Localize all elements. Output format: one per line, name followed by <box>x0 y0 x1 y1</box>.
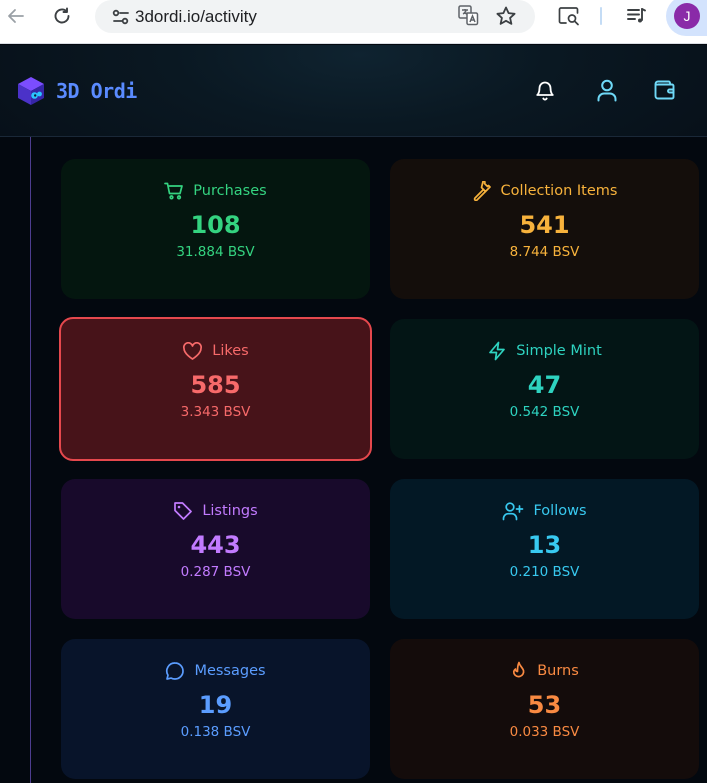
tune-icon <box>112 9 129 24</box>
card-count: 443 <box>190 531 241 559</box>
reload-button[interactable] <box>48 0 76 32</box>
notifications-button[interactable] <box>533 78 557 102</box>
app-title: 3D Ordi <box>56 79 137 103</box>
translate-button[interactable] <box>457 4 479 30</box>
media-controls-button[interactable] <box>624 2 648 30</box>
user-plus-icon <box>503 502 524 521</box>
card-count: 108 <box>190 211 241 239</box>
card-label: Simple Mint <box>516 343 602 359</box>
avatar[interactable]: J <box>674 3 700 29</box>
star-icon <box>496 6 516 25</box>
card-label: Collection Items <box>500 183 618 199</box>
flame-icon <box>513 661 525 678</box>
card-amount: 0.542 BSV <box>509 404 580 420</box>
card-count: 541 <box>519 211 570 239</box>
reload-icon <box>54 7 70 24</box>
hammer-icon <box>473 181 491 201</box>
card-count: 13 <box>527 531 562 559</box>
user-icon <box>597 79 617 102</box>
cube-logo-icon <box>18 77 44 105</box>
url-text[interactable]: 3dordi.io/activity <box>135 7 257 27</box>
back-button[interactable] <box>4 0 28 32</box>
card-label: Purchases <box>193 183 267 199</box>
bell-icon <box>536 81 554 101</box>
lightning-icon <box>489 341 506 361</box>
card-amount: 3.343 BSV <box>180 404 251 420</box>
card-label: Messages <box>194 663 266 679</box>
profile-button[interactable] <box>595 78 619 102</box>
heart-icon <box>183 341 203 360</box>
activity-card-listings[interactable]: Listings 443 0.287 BSV <box>61 479 370 619</box>
queue-music-icon <box>627 8 646 23</box>
activity-card-collection-items[interactable]: Collection Items 541 8.744 BSV <box>390 159 699 299</box>
wallet-icon <box>654 80 675 100</box>
sidebar-rail <box>30 137 31 783</box>
message-circle-icon <box>166 662 185 680</box>
card-count: 19 <box>198 691 233 719</box>
profile-chip[interactable]: J <box>666 0 707 36</box>
card-amount: 0.210 BSV <box>509 564 580 580</box>
card-label: Listings <box>202 503 258 519</box>
card-amount: 0.033 BSV <box>509 724 580 740</box>
browser-toolbar: 3dordi.io/activity J <box>0 0 707 44</box>
toolbar-divider <box>600 7 602 25</box>
app-header: 3D Ordi <box>0 45 707 137</box>
wallet-button[interactable] <box>653 78 677 102</box>
logo[interactable]: 3D Ordi <box>15 75 137 107</box>
card-amount: 0.287 BSV <box>180 564 251 580</box>
card-amount: 8.744 BSV <box>509 244 580 260</box>
page-search-icon <box>558 7 579 26</box>
cart-icon <box>164 182 184 200</box>
card-label: Follows <box>533 503 587 519</box>
card-count: 585 <box>190 371 241 399</box>
card-amount: 0.138 BSV <box>180 724 251 740</box>
activity-card-follows[interactable]: Follows 13 0.210 BSV <box>390 479 699 619</box>
card-label: Burns <box>537 663 579 679</box>
address-bar[interactable]: 3dordi.io/activity <box>95 0 535 33</box>
activity-card-likes[interactable]: Likes 585 3.343 BSV <box>59 317 372 461</box>
activity-card-simple-mint[interactable]: Simple Mint 47 0.542 BSV <box>390 319 699 459</box>
bookmark-button[interactable] <box>495 5 517 31</box>
translate-icon <box>458 5 479 26</box>
card-count: 47 <box>527 371 562 399</box>
card-label: Likes <box>212 343 249 359</box>
tag-icon <box>174 502 193 520</box>
card-count: 53 <box>527 691 562 719</box>
arrow-left-icon <box>8 9 24 23</box>
card-amount: 31.884 BSV <box>176 244 255 260</box>
activity-card-burns[interactable]: Burns 53 0.033 BSV <box>390 639 699 779</box>
activity-card-messages[interactable]: Messages 19 0.138 BSV <box>61 639 370 779</box>
activity-card-purchases[interactable]: Purchases 108 31.884 BSV <box>61 159 370 299</box>
search-page-button[interactable] <box>556 2 582 30</box>
